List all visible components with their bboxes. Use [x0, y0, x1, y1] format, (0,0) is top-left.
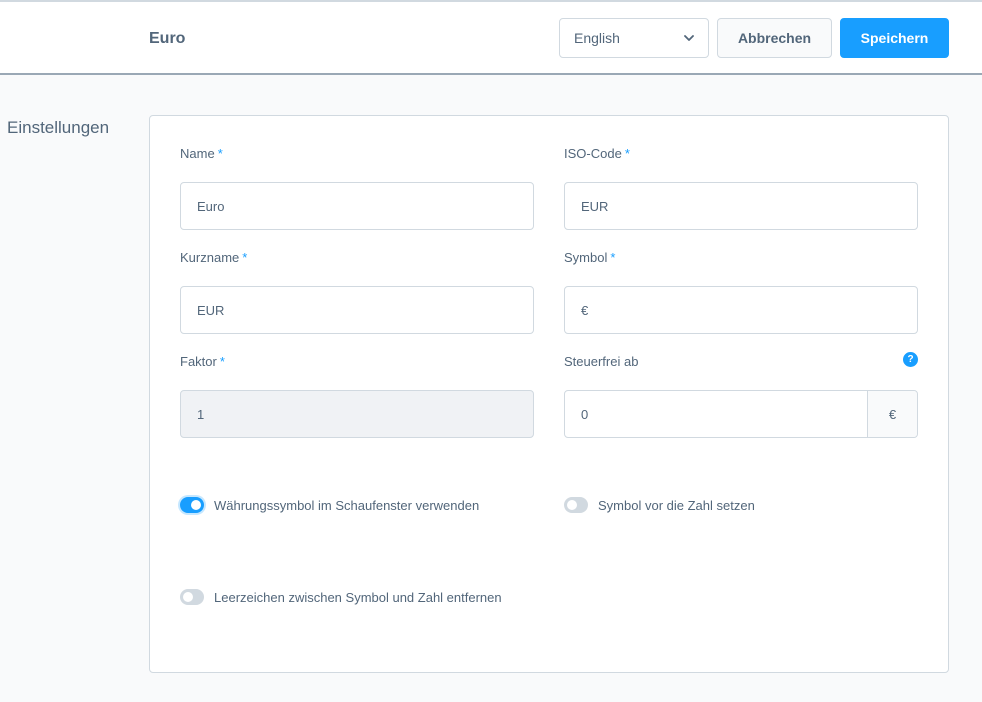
iso-code-label: ISO-Code	[564, 146, 622, 161]
chevron-down-icon	[684, 35, 694, 41]
factor-input: 1	[180, 390, 534, 438]
required-marker: *	[219, 354, 225, 369]
cancel-button[interactable]: Abbrechen	[717, 18, 832, 58]
symbol-field: Symbol * €	[564, 250, 918, 334]
name-input[interactable]: Euro	[180, 182, 534, 230]
name-field: Name * Euro	[180, 146, 534, 230]
name-label: Name	[180, 146, 215, 161]
toggle-label: Währungssymbol im Schaufenster verwenden	[214, 497, 480, 513]
iso-code-input[interactable]: EUR	[564, 182, 918, 230]
section-label: Einstellungen	[7, 118, 110, 137]
required-marker: *	[610, 250, 616, 265]
toggle-switch[interactable]	[180, 497, 204, 513]
iso-code-field: ISO-Code * EUR	[564, 146, 918, 230]
save-button[interactable]: Speichern	[840, 18, 949, 58]
short-name-input[interactable]: EUR	[180, 286, 534, 334]
toggle-symbol-before-number[interactable]: Symbol vor die Zahl setzen	[564, 497, 755, 513]
tax-free-from-label: Steuerfrei ab	[564, 354, 639, 369]
page-title: Euro	[149, 30, 186, 47]
tax-free-from-input[interactable]: 0 €	[564, 390, 918, 438]
symbol-input[interactable]: €	[564, 286, 918, 334]
required-marker: *	[624, 146, 630, 161]
symbol-label: Symbol	[564, 250, 608, 265]
toggle-label: Symbol vor die Zahl setzen	[598, 497, 755, 513]
short-name-field: Kurzname * EUR	[180, 250, 534, 334]
required-marker: *	[242, 250, 248, 265]
language-select[interactable]: English	[559, 18, 709, 58]
help-icon[interactable]: ?	[903, 352, 918, 367]
toggle-use-symbol-storefront[interactable]: Währungssymbol im Schaufenster verwenden	[180, 497, 479, 513]
toggle-switch[interactable]	[564, 497, 588, 513]
top-bar: Euro English Abbrechen Speichern	[0, 0, 982, 75]
toggle-label: Leerzeichen zwischen Symbol und Zahl ent…	[214, 589, 502, 605]
language-select-value: English	[574, 30, 620, 46]
factor-field: Faktor * 1	[180, 354, 534, 438]
toggle-switch[interactable]	[180, 589, 204, 605]
required-marker: *	[217, 146, 223, 161]
tax-free-from-field: Steuerfrei ab ? 0 €	[564, 352, 918, 438]
currency-suffix: €	[867, 391, 917, 437]
short-name-label: Kurzname	[180, 250, 240, 265]
factor-label: Faktor	[180, 354, 217, 369]
settings-card: Name * Euro ISO-Code * EUR Kurzname * EUR S…	[149, 115, 949, 673]
toggle-remove-space[interactable]: Leerzeichen zwischen Symbol und Zahl ent…	[180, 589, 502, 605]
